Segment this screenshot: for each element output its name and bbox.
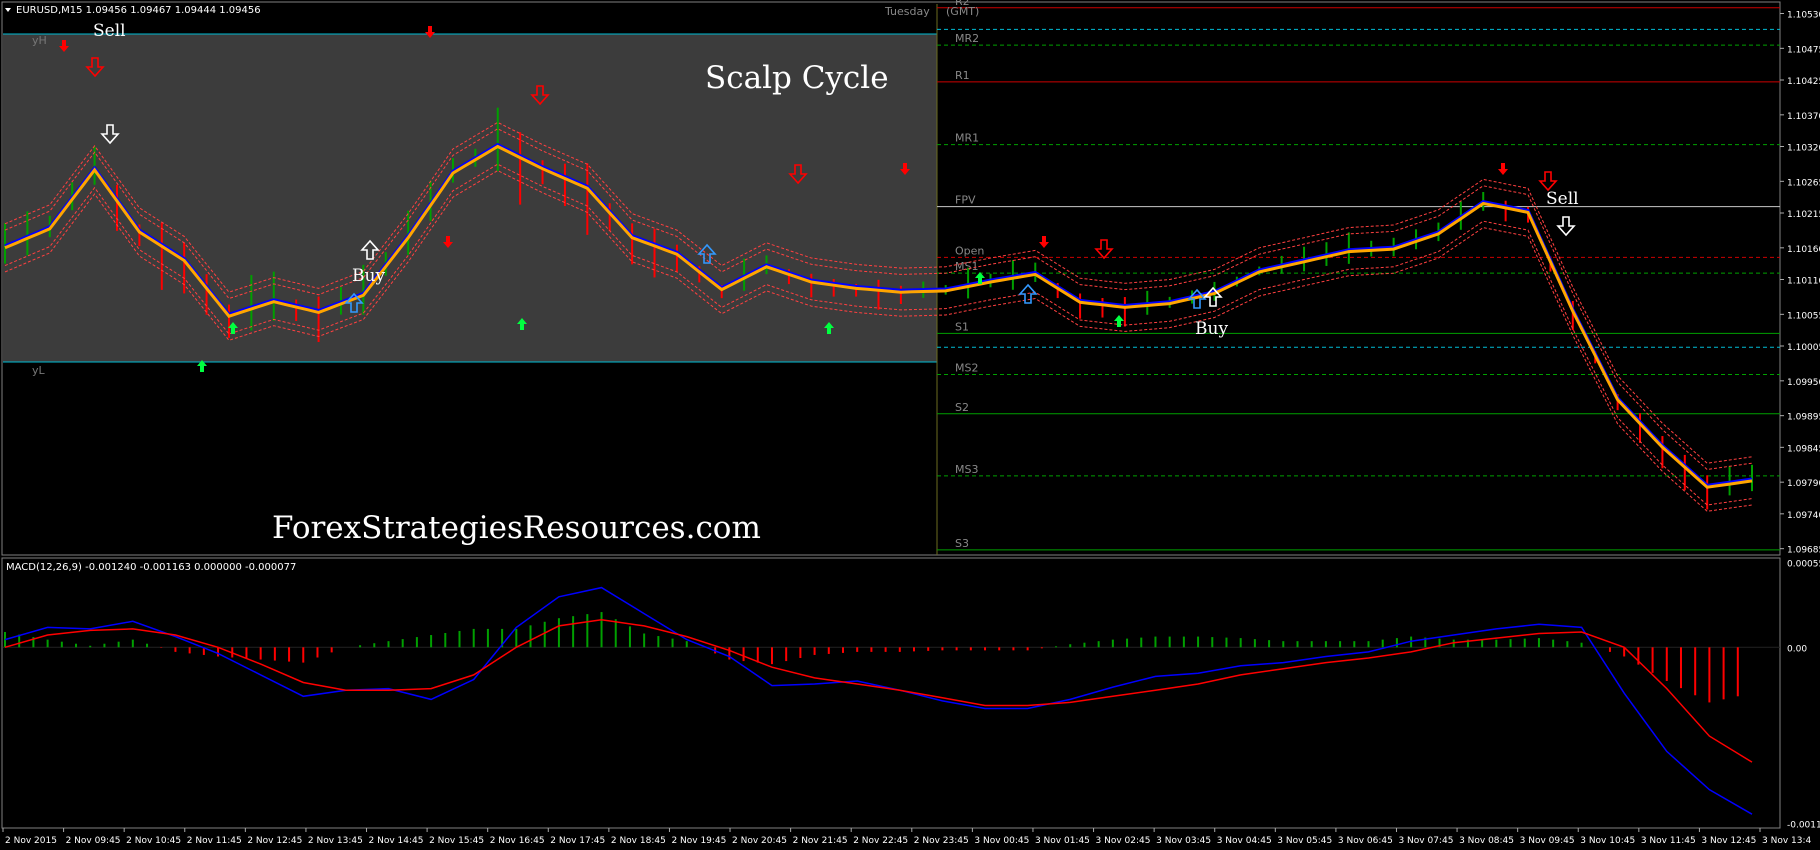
price-tick-label-8: 1.10110 bbox=[1787, 277, 1820, 287]
time-tick-label-16: 3 Nov 00:45 bbox=[974, 836, 1029, 846]
pivot-label-5: FPV bbox=[955, 194, 976, 207]
pivot-label-4: MR1 bbox=[955, 132, 979, 145]
price-tick-label-9: 1.10055 bbox=[1787, 311, 1820, 321]
time-tick-label-23: 3 Nov 07:45 bbox=[1398, 836, 1453, 846]
sell-label-1: Sell bbox=[93, 21, 126, 41]
macd-tick-label-1: 0.00 bbox=[1787, 644, 1807, 654]
price-tick-label-10: 1.10005 bbox=[1787, 343, 1820, 353]
price-tick-label-5: 1.10265 bbox=[1787, 178, 1820, 188]
price-tick-label-7: 1.10160 bbox=[1787, 245, 1820, 255]
time-tick-label-15: 2 Nov 23:45 bbox=[914, 836, 969, 846]
price-axis: 1.10530 1.10475 1.10425 1.10370 1.10320 1.102… bbox=[1780, 11, 1820, 556]
time-tick-label-10: 2 Nov 18:45 bbox=[611, 836, 666, 846]
time-tick-label-26: 3 Nov 10:45 bbox=[1580, 836, 1635, 846]
price-tick-label-6: 1.10215 bbox=[1787, 210, 1820, 220]
time-tick-label-21: 3 Nov 05:45 bbox=[1277, 836, 1332, 846]
price-tick-label-16: 1.09685 bbox=[1787, 546, 1820, 556]
pivot-label-13: S3 bbox=[955, 537, 969, 550]
time-tick-label-29: 3 Nov 13:4 bbox=[1762, 836, 1811, 846]
time-tick-label-4: 2 Nov 12:45 bbox=[247, 836, 302, 846]
symbol-info: EURUSD,M15 1.09456 1.09467 1.09444 1.094… bbox=[16, 5, 261, 16]
time-tick-label-7: 2 Nov 15:45 bbox=[429, 836, 484, 846]
pivot-label-12: MS3 bbox=[955, 463, 978, 476]
pivot-label-2: MR2 bbox=[955, 32, 979, 45]
time-tick-label-9: 2 Nov 17:45 bbox=[550, 836, 605, 846]
watermark-title: Scalp Cycle bbox=[705, 60, 889, 96]
time-tick-label-2: 2 Nov 10:45 bbox=[126, 836, 181, 846]
time-tick-label-5: 2 Nov 13:45 bbox=[308, 836, 363, 846]
range-high-label: yH bbox=[32, 34, 47, 47]
time-tick-label-18: 3 Nov 02:45 bbox=[1096, 836, 1151, 846]
time-tick-label-25: 3 Nov 09:45 bbox=[1520, 836, 1575, 846]
price-tick-label-13: 1.09845 bbox=[1787, 444, 1820, 454]
price-chart-svg[interactable]: yH yL R2MR2R1MR1FPVOpenMS1S1MS2S2MS3S3 1… bbox=[0, 0, 1820, 850]
price-tick-label-11: 1.09950 bbox=[1787, 378, 1820, 388]
time-axis: 2 Nov 2015 2 Nov 09:45 2 Nov 10:45 2 Nov 11… bbox=[2, 828, 1811, 846]
time-tick-label-19: 3 Nov 03:45 bbox=[1156, 836, 1211, 846]
time-tick-label-0: 2 Nov 2015 bbox=[5, 836, 57, 846]
macd-panel-frame bbox=[1, 557, 1781, 829]
time-tick-label-8: 2 Nov 16:45 bbox=[490, 836, 545, 846]
price-tick-label-1: 1.10475 bbox=[1787, 45, 1820, 55]
price-tick-label-2: 1.10425 bbox=[1787, 77, 1820, 87]
pivot-label-8: S1 bbox=[955, 320, 969, 333]
session-day-label: Tuesday bbox=[884, 5, 930, 18]
time-tick-label-1: 2 Nov 09:45 bbox=[66, 836, 121, 846]
watermark-site: ForexStrategiesResources.com bbox=[272, 510, 761, 546]
trading-chart-window: yH yL R2 MR2 R1 MR1 FPV Open MS1 S1 MS2 S2 MS3 S3 1… bbox=[0, 0, 1820, 850]
price-tick-label-3: 1.10370 bbox=[1787, 112, 1820, 122]
price-tick-label-14: 1.09790 bbox=[1787, 479, 1820, 489]
pivot-label-10: MS2 bbox=[955, 362, 978, 375]
time-tick-label-12: 2 Nov 20:45 bbox=[732, 836, 787, 846]
buy-label-1: Buy bbox=[352, 266, 385, 286]
gmt-label: (GMT) bbox=[946, 5, 979, 18]
time-tick-label-13: 2 Nov 21:45 bbox=[793, 836, 848, 846]
time-tick-label-28: 3 Nov 12:45 bbox=[1701, 836, 1756, 846]
pivot-label-6: Open bbox=[955, 244, 984, 257]
time-tick-label-11: 2 Nov 19:45 bbox=[671, 836, 726, 846]
price-tick-label-4: 1.10320 bbox=[1787, 144, 1820, 154]
pivot-label-3: R1 bbox=[955, 69, 970, 82]
pivot-label-11: S2 bbox=[955, 401, 969, 414]
time-tick-label-14: 2 Nov 22:45 bbox=[853, 836, 908, 846]
time-tick-label-3: 2 Nov 11:45 bbox=[187, 836, 242, 846]
macd-info: MACD(12,26,9) -0.001240 -0.001163 0.0000… bbox=[6, 562, 296, 573]
price-tick-label-0: 1.10530 bbox=[1787, 11, 1820, 21]
time-tick-label-6: 2 Nov 14:45 bbox=[369, 836, 424, 846]
price-tick-label-12: 1.09895 bbox=[1787, 413, 1820, 423]
macd-tick-label-0: 0.000553 bbox=[1787, 560, 1820, 570]
time-tick-label-24: 3 Nov 08:45 bbox=[1459, 836, 1514, 846]
time-tick-label-20: 3 Nov 04:45 bbox=[1217, 836, 1272, 846]
range-low-label: yL bbox=[32, 364, 46, 377]
time-tick-label-27: 3 Nov 11:45 bbox=[1641, 836, 1696, 846]
buy-label-2: Buy bbox=[1195, 319, 1228, 339]
price-tick-label-15: 1.09740 bbox=[1787, 511, 1820, 521]
macd-tick-label-2: -0.001150 bbox=[1787, 820, 1820, 830]
sell-label-2: Sell bbox=[1546, 189, 1579, 209]
time-tick-label-17: 3 Nov 01:45 bbox=[1035, 836, 1090, 846]
time-tick-label-22: 3 Nov 06:45 bbox=[1338, 836, 1393, 846]
pivot-label-7: MS1 bbox=[955, 260, 978, 273]
